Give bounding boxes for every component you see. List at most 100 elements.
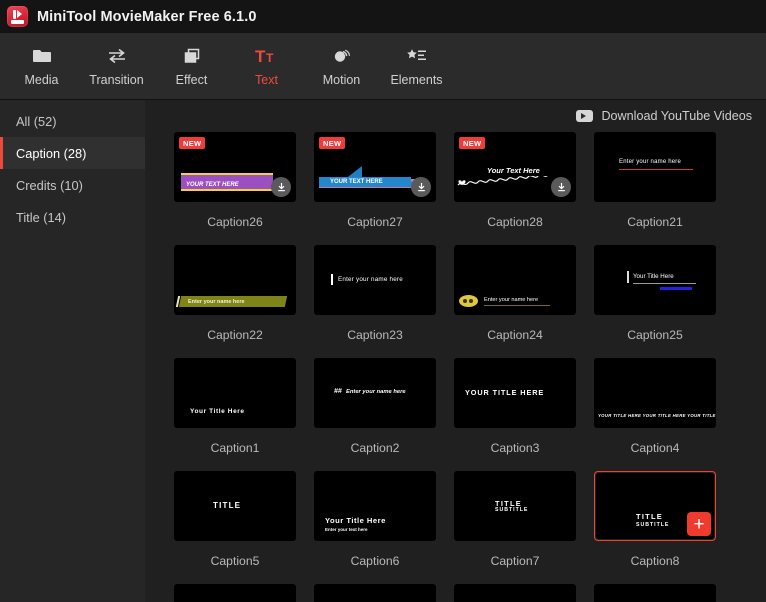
template-thumbnail-caption26[interactable]: YOUR TEXT HERE NEW (174, 132, 296, 202)
preview-text: Enter your name here (346, 389, 406, 395)
template-thumbnail-caption21[interactable]: Enter your name here (594, 132, 716, 202)
preview-art: YOUR TITLE HERE (454, 358, 576, 428)
sidebar-item-credits-label: Credits (10) (16, 177, 83, 193)
template-thumbnail-caption5[interactable]: TITLE (174, 471, 296, 541)
new-badge: NEW (459, 137, 486, 149)
toolbar-tab-transition[interactable]: Transition (79, 46, 154, 87)
template-name: Caption27 (347, 215, 403, 229)
preview-text: YOUR TITLE HERE YOUR TITLE HERE YOUR TIT… (598, 413, 716, 418)
preview-text: YOUR TEXT HERE (330, 179, 383, 185)
grid-cell: Your Title Here Caption1 (165, 358, 305, 471)
preview-text: Enter your name here (619, 159, 682, 165)
template-thumbnail-caption28[interactable]: Your Text Here NEW (454, 132, 576, 202)
template-name: Caption5 (210, 554, 260, 568)
body: All (52) Caption (28) Credits (10) Title… (0, 100, 766, 602)
template-thumbnail-partial[interactable] (174, 584, 296, 602)
grid-cell (305, 584, 445, 602)
download-icon[interactable] (271, 177, 291, 197)
grid-cell: Your Text Here NEW Caption28 (445, 132, 585, 245)
sidebar-item-caption[interactable]: Caption (28) (0, 137, 145, 169)
toolbar-tab-text[interactable]: T T Text (229, 46, 304, 87)
toolbar-tab-text-label: Text (255, 72, 278, 87)
preview-subtext: SUBTITLE (636, 522, 670, 528)
template-name: Caption4 (630, 441, 680, 455)
preview-text: Your Text Here (487, 166, 540, 175)
template-thumbnail-partial[interactable] (594, 584, 716, 602)
layers-icon (182, 46, 202, 66)
preview-art: Enter your name here (594, 132, 716, 202)
template-thumbnail-caption27[interactable]: YOUR TEXT HERE NEW (314, 132, 436, 202)
template-thumbnail-caption24[interactable]: Enter your name here (454, 245, 576, 315)
template-thumbnail-caption7[interactable]: TITLE SUBTITLE (454, 471, 576, 541)
grid-cell: Enter your name here Caption23 (305, 245, 445, 358)
grid-cell: TITLE SUBTITLE + Caption8 (585, 471, 725, 584)
template-thumbnail-caption4[interactable]: YOUR TITLE HERE YOUR TITLE HERE YOUR TIT… (594, 358, 716, 428)
template-thumbnail-caption1[interactable]: Your Title Here (174, 358, 296, 428)
toolbar-tab-media-label: Media (24, 72, 59, 87)
template-thumbnail-caption25[interactable]: Your Title Here (594, 245, 716, 315)
template-thumbnail-partial[interactable] (314, 584, 436, 602)
download-icon[interactable] (551, 177, 571, 197)
template-name: Caption22 (207, 328, 263, 342)
download-youtube-videos-button[interactable]: Download YouTube Videos (576, 109, 752, 123)
grid-cell (445, 584, 585, 602)
template-thumbnail-caption8[interactable]: TITLE SUBTITLE + (594, 471, 716, 541)
grid-cell: Enter your name here Caption22 (165, 245, 305, 358)
preview-art: Enter your name here (314, 245, 436, 315)
add-to-timeline-button[interactable]: + (687, 512, 711, 536)
grid-cell: TITLE SUBTITLE Caption7 (445, 471, 585, 584)
download-icon[interactable] (411, 177, 431, 197)
preview-text: Enter your name here (338, 276, 403, 283)
template-name: Caption26 (207, 215, 263, 229)
preview-text: Enter your name here (188, 299, 245, 305)
sidebar-item-all[interactable]: All (52) (0, 105, 145, 137)
grid-cell (585, 584, 725, 602)
template-name: Caption21 (627, 215, 683, 229)
preview-subtext: SUBTITLE (495, 507, 529, 513)
motion-icon (331, 46, 353, 66)
app-title: MiniTool MovieMaker Free 6.1.0 (37, 8, 257, 25)
text-icon: T T (255, 46, 279, 66)
preview-text: Your Title Here (190, 408, 245, 415)
folder-icon (32, 46, 52, 66)
toolbar-tab-motion[interactable]: Motion (304, 46, 379, 87)
template-name: Caption28 (487, 215, 543, 229)
grid-cell: YOUR TITLE HERE Caption3 (445, 358, 585, 471)
sidebar-item-all-label: All (52) (16, 113, 57, 129)
toolbar-tab-elements[interactable]: Elements (379, 46, 454, 87)
grid-cell: YOUR TITLE HERE YOUR TITLE HERE YOUR TIT… (585, 358, 725, 471)
toolbar-tab-effect-label: Effect (175, 72, 208, 87)
preview-art: TITLE SUBTITLE (454, 471, 576, 541)
sidebar-item-credits[interactable]: Credits (10) (0, 169, 145, 201)
preview-text: YOUR TEXT HERE (186, 182, 239, 188)
download-youtube-videos-label: Download YouTube Videos (601, 109, 752, 123)
new-badge: NEW (179, 137, 206, 149)
template-name: Caption7 (490, 554, 540, 568)
new-badge: NEW (319, 137, 346, 149)
template-name: Caption25 (627, 328, 683, 342)
grid-cell: Your Title Here Enter your text here Cap… (305, 471, 445, 584)
toolbar-tab-media[interactable]: Media (4, 46, 79, 87)
toolbar-tab-effect[interactable]: Effect (154, 46, 229, 87)
template-thumbnail-caption3[interactable]: YOUR TITLE HERE (454, 358, 576, 428)
category-sidebar: All (52) Caption (28) Credits (10) Title… (0, 100, 145, 602)
sidebar-item-title[interactable]: Title (14) (0, 201, 145, 233)
grid-cell: Enter your name here Caption24 (445, 245, 585, 358)
template-grid-scroll[interactable]: YOUR TEXT HERE NEW Caption26 YOUR TEXT H… (145, 132, 766, 602)
sidebar-item-caption-label: Caption (28) (16, 145, 87, 161)
preview-art: TITLE (174, 471, 296, 541)
template-thumbnail-caption23[interactable]: Enter your name here (314, 245, 436, 315)
grid-cell: TITLE Caption5 (165, 471, 305, 584)
template-name: Caption6 (350, 554, 400, 568)
template-thumbnail-caption6[interactable]: Your Title Here Enter your text here (314, 471, 436, 541)
svg-text:T: T (255, 47, 266, 65)
grid-cell: YOUR TEXT HERE NEW Caption27 (305, 132, 445, 245)
template-thumbnail-partial[interactable] (454, 584, 576, 602)
toolbar-tab-transition-label: Transition (89, 72, 144, 87)
template-grid: YOUR TEXT HERE NEW Caption26 YOUR TEXT H… (165, 132, 766, 602)
template-thumbnail-caption22[interactable]: Enter your name here (174, 245, 296, 315)
title-bar: MiniTool MovieMaker Free 6.1.0 (0, 0, 766, 33)
template-thumbnail-caption2[interactable]: ## Enter your name here (314, 358, 436, 428)
elements-icon (406, 46, 428, 66)
template-name: Caption8 (630, 554, 680, 568)
